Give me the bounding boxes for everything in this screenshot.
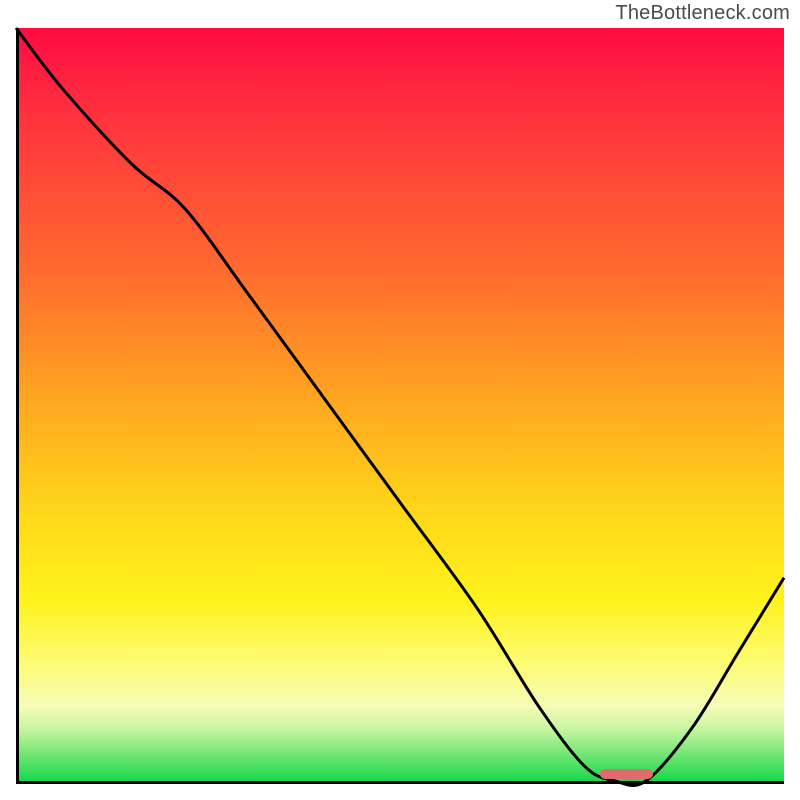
watermark-text: TheBottleneck.com [615,2,790,25]
bottleneck-curve-path [16,28,784,786]
chart-curve [16,28,784,784]
chart-plot-area [16,28,784,784]
optimal-range-marker [600,769,654,779]
